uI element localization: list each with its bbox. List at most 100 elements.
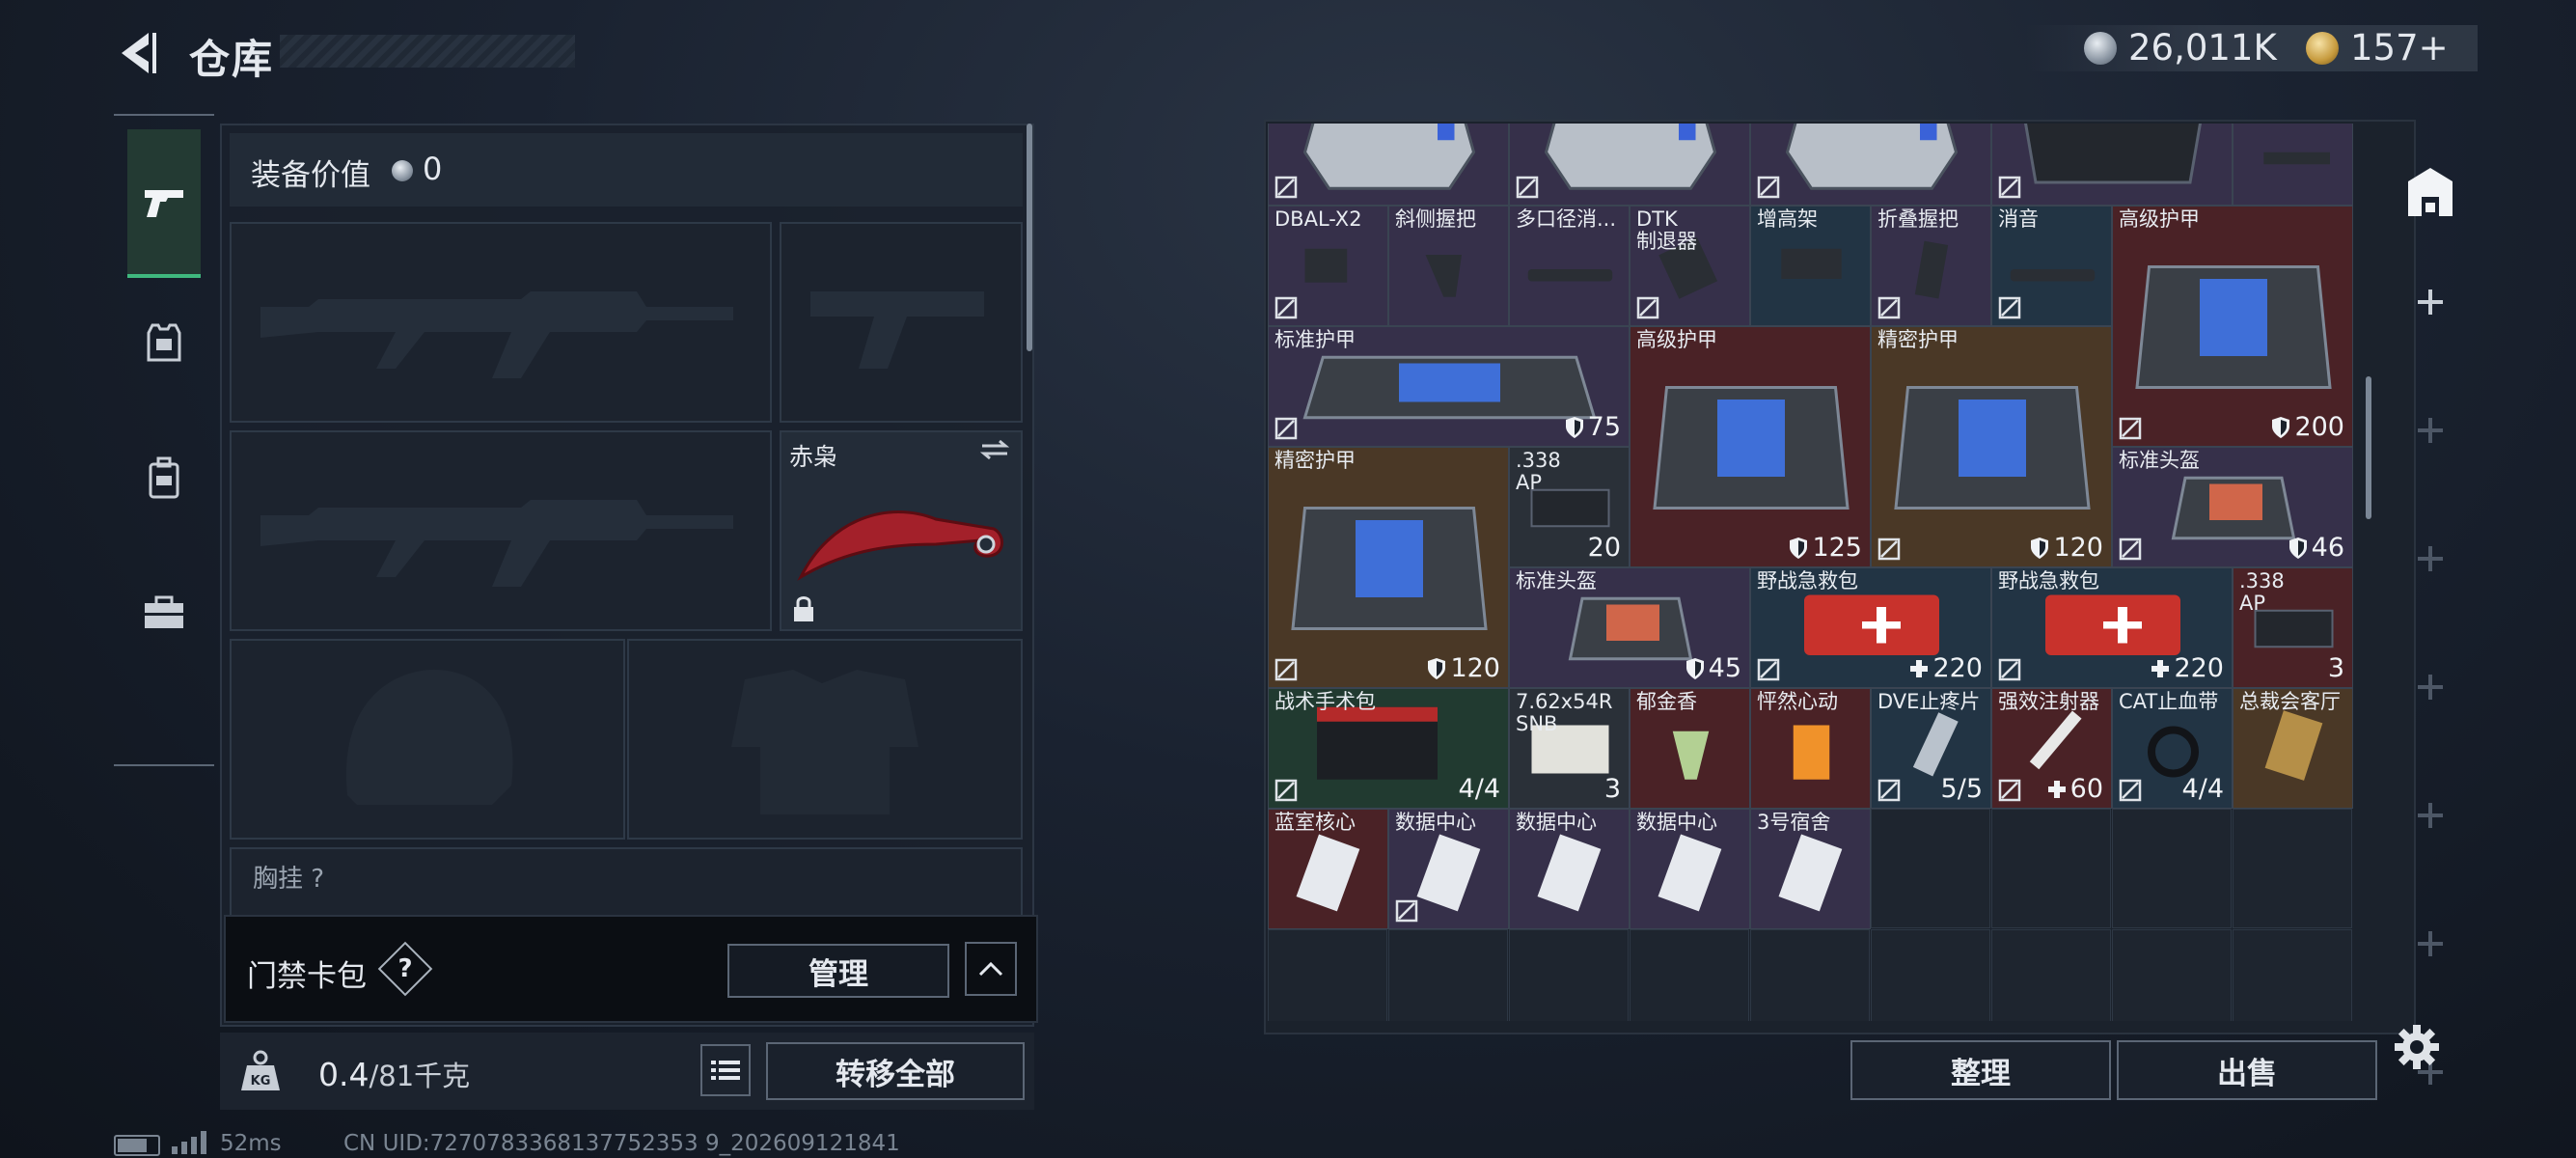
item-name: 多口径消... — [1516, 207, 1617, 231]
manage-button[interactable]: 管理 — [727, 944, 949, 998]
case-icon — [1302, 124, 1476, 190]
add-storage-icon[interactable] — [2416, 416, 2445, 445]
tab-weapons[interactable] — [127, 129, 201, 278]
weight-current: 0.4 — [318, 1056, 370, 1093]
heal-plus-icon — [2047, 780, 2066, 798]
inventory-item[interactable]: 7.62x54R SNB 3 — [1509, 688, 1630, 809]
melee-slot[interactable]: 赤枭 — [780, 430, 1023, 631]
help-icon[interactable]: ? — [377, 941, 433, 997]
sell-button[interactable]: 出售 — [2117, 1040, 2377, 1100]
settings-gear-icon[interactable] — [2393, 1023, 2441, 1071]
pistol-slot[interactable] — [780, 222, 1023, 423]
item-name: 折叠握把 — [1877, 207, 1959, 231]
svg-text:KG: KG — [251, 1074, 271, 1089]
inventory-item[interactable]: DTK 制退器 — [1630, 206, 1750, 326]
tab-armor[interactable] — [127, 270, 201, 415]
inventory-item[interactable]: 多口径消... — [1509, 206, 1630, 326]
primary-weapon-slot[interactable] — [230, 222, 772, 423]
add-storage-icon[interactable] — [2416, 673, 2445, 702]
item-name: .338 AP — [1516, 449, 1561, 494]
inventory-item[interactable]: 野战急救包 220 — [1991, 567, 2233, 688]
inventory-item[interactable]: 斜侧握把 — [1388, 206, 1509, 326]
inventory-item[interactable]: 增高架 — [1750, 206, 1871, 326]
armor-shield-icon — [1565, 416, 1583, 438]
inventory-item[interactable]: 郁金香 — [1630, 688, 1750, 809]
item-name: 野战急救包 — [1998, 569, 2099, 593]
storage-icon[interactable] — [2400, 162, 2460, 222]
inventory-item[interactable]: 3号宿舍 — [1750, 809, 1871, 929]
ping-text: 52ms — [220, 1131, 282, 1156]
inventory-item[interactable]: 强效注射器 60 — [1991, 688, 2112, 809]
inventory-item[interactable]: .338 AP 20 — [1509, 447, 1630, 567]
tab-backpack[interactable] — [127, 405, 201, 550]
inventory-item[interactable] — [1750, 124, 1991, 206]
tab-toolbox[interactable] — [127, 540, 201, 685]
inventory-item[interactable]: 怦然心动 — [1750, 688, 1871, 809]
item-value: 220 — [2151, 653, 2224, 683]
back-arrow-icon[interactable] — [114, 29, 158, 77]
collapse-button[interactable] — [965, 942, 1017, 996]
grid-cell — [2112, 809, 2232, 928]
inventory-item[interactable]: 精密护甲 120 — [1268, 447, 1509, 688]
secondary-weapon-slot[interactable] — [230, 430, 772, 631]
armor-shield-icon — [1428, 657, 1446, 679]
signal-icon — [172, 1131, 206, 1154]
inventory-item[interactable]: 精密护甲 120 — [1871, 326, 2112, 567]
inventory-item[interactable]: 战术手术包 4/4 — [1268, 688, 1509, 809]
inventory-item[interactable]: DBAL-X2 — [1268, 206, 1388, 326]
inventory-scrollbar[interactable] — [2366, 376, 2371, 519]
grid-cell — [1991, 929, 2111, 1021]
item-name: 7.62x54R SNB — [1516, 690, 1613, 735]
weight-bar: KG 0.4/81千克 转移全部 — [220, 1033, 1034, 1110]
lock-slot-icon — [1757, 176, 1780, 199]
helmet-slot[interactable] — [230, 639, 625, 840]
transfer-all-button[interactable]: 转移全部 — [766, 1042, 1025, 1100]
inventory-item[interactable]: 标准护甲 75 — [1268, 326, 1630, 447]
weight-value: 0.4/81千克 — [318, 1054, 470, 1094]
inventory-item[interactable]: 消音 — [1991, 206, 2112, 326]
body-armor-slot[interactable] — [627, 639, 1023, 840]
item-value-text: 4/4 — [1458, 774, 1500, 804]
inventory-item[interactable] — [1509, 124, 1750, 206]
add-storage-icon[interactable] — [2416, 544, 2445, 573]
inventory-item[interactable]: 高级护甲 200 — [2112, 206, 2353, 447]
inventory-item[interactable]: 高级护甲 125 — [1630, 326, 1871, 567]
swap-icon[interactable] — [978, 438, 1011, 461]
inventory-item[interactable]: 总裁会客厅 — [2233, 688, 2353, 809]
add-storage-icon[interactable] — [2416, 929, 2445, 958]
inventory-item[interactable]: 战术手电 — [2233, 124, 2353, 206]
chest-rig-label: 胸挂 ? — [253, 865, 325, 894]
item-value: 3 — [2328, 653, 2344, 683]
inventory-item[interactable]: 数据中心 — [1630, 809, 1750, 929]
list-view-button[interactable] — [700, 1044, 751, 1096]
inventory-item[interactable] — [1991, 124, 2233, 206]
grid-cell — [1991, 809, 2111, 928]
add-storage-icon[interactable] — [2416, 801, 2445, 830]
inventory-item[interactable]: 标准头盔 45 — [1509, 567, 1750, 688]
gold-coin-amount[interactable]: 157+ — [2350, 27, 2449, 69]
inventory-item[interactable]: 标准头盔 46 — [2112, 447, 2353, 567]
item-name: 野战急救包 — [1757, 569, 1858, 593]
toolbox-icon — [145, 595, 183, 628]
inventory-item[interactable]: DVE止疼片 5/5 — [1871, 688, 1991, 809]
inventory-item[interactable]: 折叠握把 — [1871, 206, 1991, 326]
add-storage-icon[interactable] — [2416, 288, 2445, 317]
inventory-item[interactable]: .338 AP 3 — [2233, 567, 2353, 688]
item-name: 增高架 — [1757, 207, 1818, 231]
inventory-item[interactable] — [1268, 124, 1509, 206]
inventory-item[interactable]: 野战急救包 220 — [1750, 567, 1991, 688]
equipment-scrollbar[interactable] — [1027, 124, 1032, 351]
inventory-item[interactable]: 数据中心 — [1388, 809, 1509, 929]
inventory-item[interactable]: CAT止血带 4/4 — [2112, 688, 2233, 809]
item-value-text: 20 — [1587, 533, 1621, 563]
item-name: 消音 — [1998, 207, 2039, 231]
inventory-item[interactable]: 数据中心 — [1509, 809, 1630, 929]
inventory-item[interactable]: 蓝室核心 — [1268, 809, 1388, 929]
keycard-wallet-label: 门禁卡包 — [247, 959, 367, 994]
weight-kg-icon: KG — [241, 1050, 280, 1090]
lock-slot-icon — [1998, 296, 2021, 319]
karambit-knife-icon — [797, 510, 1003, 581]
lock-slot-icon — [1395, 899, 1418, 923]
sort-button[interactable]: 整理 — [1850, 1040, 2111, 1100]
title-decoration — [280, 35, 575, 68]
